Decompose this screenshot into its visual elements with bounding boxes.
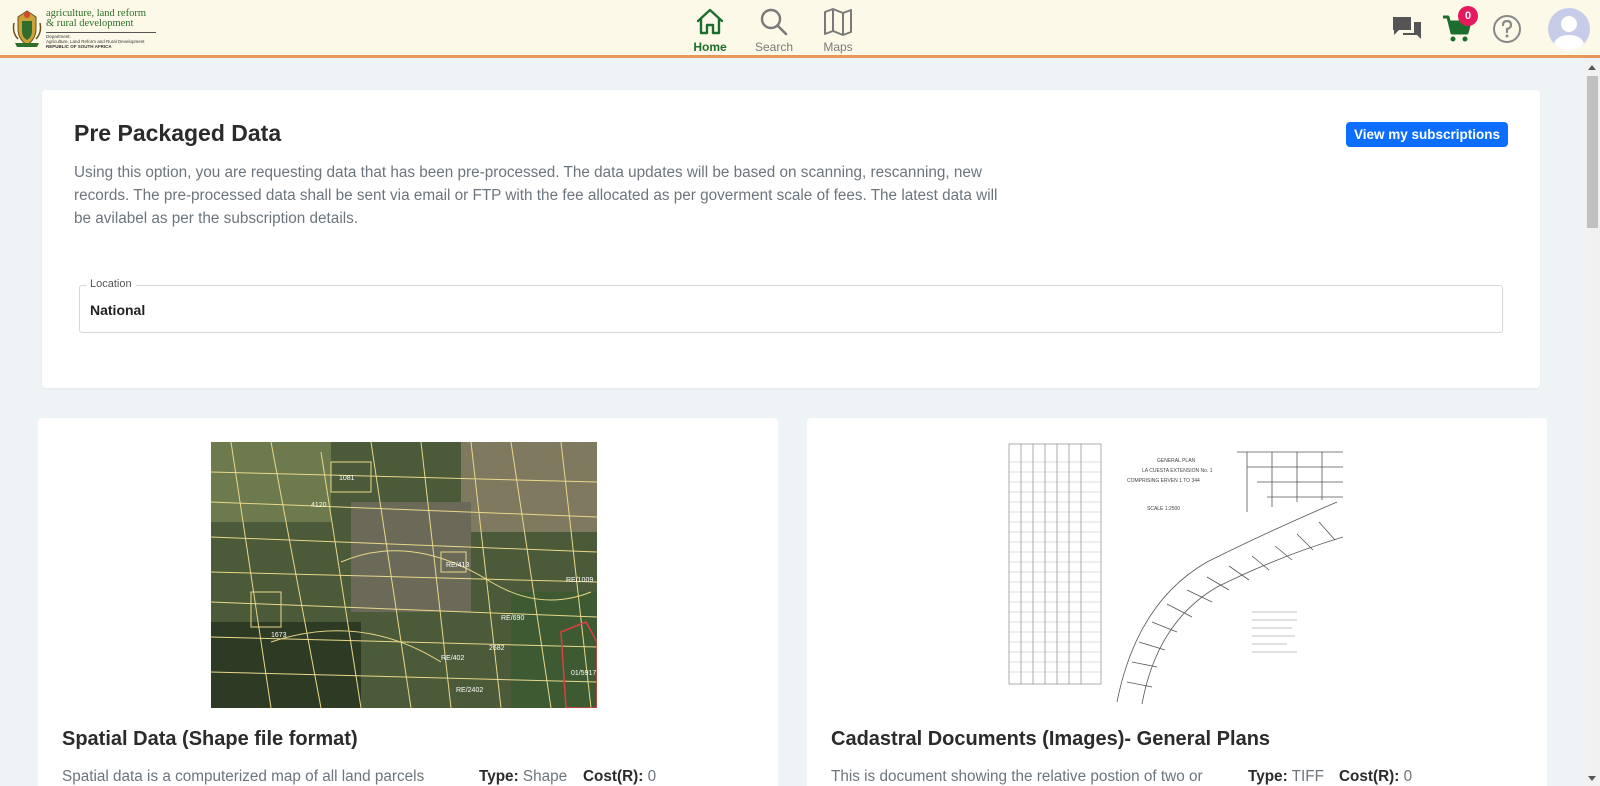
svg-text:1081: 1081	[339, 475, 355, 482]
product-cost: Cost(R): 0	[583, 768, 656, 786]
top-navigation-bar: agriculture, land reform & rural develop…	[0, 0, 1600, 58]
main-nav: Home Search Maps	[688, 6, 860, 54]
cost-label: Cost(R):	[1339, 768, 1400, 785]
department-logo[interactable]: agriculture, land reform & rural develop…	[12, 8, 156, 49]
svg-text:LA CUESTA EXTENSION No. 1: LA CUESTA EXTENSION No. 1	[1142, 468, 1213, 474]
type-value: TIFF	[1291, 768, 1324, 785]
product-type: Type: Shape	[479, 768, 567, 786]
map-icon	[824, 8, 852, 36]
search-icon	[760, 8, 788, 36]
user-avatar[interactable]	[1548, 8, 1590, 50]
nav-maps-label: Maps	[823, 40, 853, 54]
product-description: This is document showing the relative po…	[831, 768, 1203, 785]
type-value: Shape	[522, 768, 568, 785]
product-title: Spatial Data (Shape file format)	[62, 728, 358, 750]
product-card-spatial[interactable]: 1081 4120 RE/413 RE/1009 1673 RE/690 268…	[38, 418, 778, 786]
nav-search[interactable]: Search	[752, 6, 796, 54]
header-actions: 0	[1390, 6, 1590, 50]
intro-text: Using this option, you are requesting da…	[74, 164, 998, 227]
user-icon	[1553, 16, 1585, 50]
svg-text:GENERAL PLAN: GENERAL PLAN	[1157, 458, 1196, 464]
aerial-map-thumbnail: 1081 4120 RE/413 RE/1009 1673 RE/690 268…	[211, 442, 597, 708]
location-label: Location	[86, 278, 136, 290]
svg-text:RE/2402: RE/2402	[456, 687, 483, 694]
svg-text:COMPRISING ERVEN 1 TO 344: COMPRISING ERVEN 1 TO 344	[1127, 478, 1200, 484]
svg-text:RE/413: RE/413	[446, 562, 469, 569]
cost-value: 0	[647, 768, 657, 785]
svg-text:01/5917: 01/5917	[571, 670, 596, 677]
product-card-cadastral[interactable]: GENERAL PLAN LA CUESTA EXTENSION No. 1 C…	[807, 418, 1547, 786]
page-scrollbar[interactable]	[1585, 60, 1600, 786]
logo-country: REPUBLIC OF SOUTH AFRICA	[46, 44, 112, 49]
svg-text:1673: 1673	[271, 632, 287, 639]
help-button[interactable]	[1490, 9, 1524, 49]
scroll-down-arrow[interactable]	[1588, 776, 1596, 781]
scroll-up-arrow[interactable]	[1588, 65, 1596, 70]
nav-home[interactable]: Home	[688, 6, 732, 54]
pre-packaged-info-card: Pre Packaged Data View my subscriptions …	[42, 90, 1540, 388]
type-label: Type:	[479, 768, 519, 785]
product-description: Spatial data is a computerized map of al…	[62, 768, 425, 785]
help-icon	[1493, 15, 1521, 43]
svg-text:SCALE 1:2500: SCALE 1:2500	[1147, 506, 1180, 512]
cost-value: 0	[1403, 768, 1413, 785]
home-icon	[696, 8, 724, 35]
page-title: Pre Packaged Data	[74, 120, 282, 146]
svg-text:RE/690: RE/690	[501, 615, 524, 622]
product-title: Cadastral Documents (Images)- General Pl…	[831, 728, 1271, 750]
svg-text:4120: 4120	[311, 502, 327, 509]
logo-divider	[46, 32, 156, 33]
svg-text:RE/1009: RE/1009	[566, 577, 593, 584]
cart-count-badge: 0	[1458, 6, 1478, 26]
general-plan-thumbnail: GENERAL PLAN LA CUESTA EXTENSION No. 1 C…	[1007, 442, 1343, 708]
coat-of-arms-icon	[12, 10, 42, 47]
nav-maps[interactable]: Maps	[816, 6, 860, 54]
type-label: Type:	[1248, 768, 1288, 785]
chat-icon	[1393, 17, 1421, 39]
svg-text:RE/402: RE/402	[441, 655, 464, 662]
cost-label: Cost(R):	[583, 768, 644, 785]
messages-button[interactable]	[1390, 9, 1424, 49]
location-value: National	[90, 302, 146, 318]
svg-text:2682: 2682	[489, 645, 505, 652]
logo-line-2: & rural development	[46, 18, 134, 29]
view-subscriptions-button[interactable]: View my subscriptions	[1345, 122, 1508, 147]
nav-home-label: Home	[693, 40, 727, 54]
nav-search-label: Search	[754, 40, 794, 54]
scrollbar-thumb[interactable]	[1587, 76, 1598, 228]
cart-button[interactable]: 0	[1440, 6, 1478, 49]
location-select[interactable]: Location National	[79, 278, 1503, 333]
product-type: Type: TIFF	[1248, 768, 1324, 786]
product-cost: Cost(R): 0	[1339, 768, 1412, 786]
